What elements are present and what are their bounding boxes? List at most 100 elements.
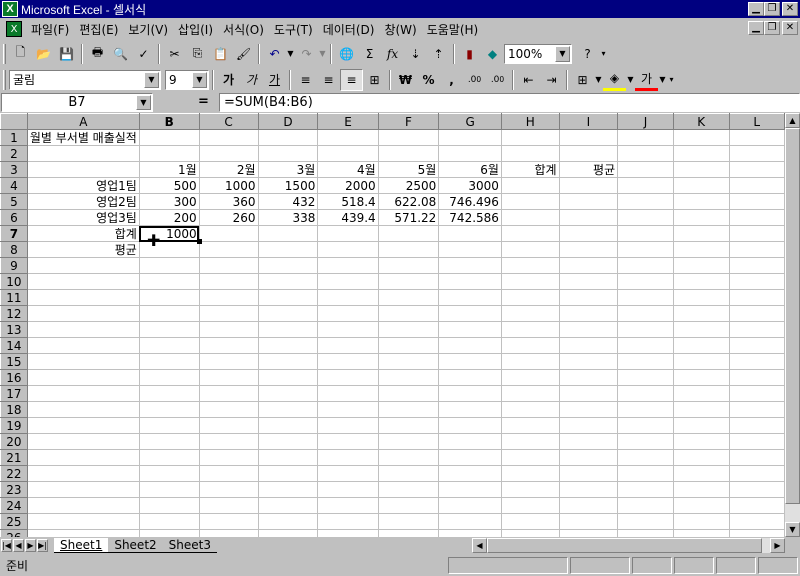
cell-h8[interactable]: [500, 241, 560, 258]
cell-k5[interactable]: [672, 193, 730, 210]
cell-d17[interactable]: [257, 385, 319, 402]
row-header[interactable]: 26: [0, 529, 28, 537]
cell-i14[interactable]: [558, 337, 619, 354]
menu-window[interactable]: 창(W): [379, 21, 421, 38]
formula-input[interactable]: =SUM(B4:B6): [219, 93, 800, 112]
spelling-icon[interactable]: ✓: [132, 43, 155, 65]
cell-g10[interactable]: [438, 273, 502, 290]
font-size-select[interactable]: 9 ▼: [165, 69, 209, 90]
cell-j16[interactable]: [617, 369, 674, 386]
cell-f24[interactable]: [377, 497, 440, 514]
cell-g9[interactable]: [438, 257, 502, 274]
cell-l14[interactable]: [728, 337, 785, 354]
next-sheet-icon[interactable]: ▶: [25, 539, 36, 552]
cell-h6[interactable]: [500, 209, 560, 226]
row-header[interactable]: 25: [0, 513, 28, 530]
decrease-decimal-icon[interactable]: .0 0: [486, 69, 509, 91]
cell-h1[interactable]: [500, 129, 560, 146]
cell-c5[interactable]: 360: [198, 193, 259, 210]
cell-c21[interactable]: [198, 449, 259, 466]
cell-b16[interactable]: [138, 369, 200, 386]
column-header-i[interactable]: I: [558, 113, 619, 130]
cell-b4[interactable]: 500: [138, 177, 200, 194]
open-icon[interactable]: 📂: [32, 43, 55, 65]
chevron-down-icon[interactable]: ▼: [144, 71, 159, 88]
cell-c6[interactable]: 260: [198, 209, 259, 226]
help-icon[interactable]: ?: [576, 43, 599, 65]
cell-h7[interactable]: [500, 225, 560, 242]
cell-a5[interactable]: 영업2팀: [26, 193, 140, 210]
fill-color-icon[interactable]: ◈: [603, 69, 626, 91]
doc-restore-button[interactable]: ❐: [764, 21, 780, 35]
cell-j9[interactable]: [617, 257, 674, 274]
row-header[interactable]: 24: [0, 497, 28, 514]
cell-i3[interactable]: 평균: [558, 161, 619, 178]
align-right-icon[interactable]: ≡: [340, 68, 363, 91]
cell-a10[interactable]: [26, 273, 140, 290]
cell-d15[interactable]: [257, 353, 319, 370]
cell-b3[interactable]: 1월: [138, 161, 200, 178]
cell-a1[interactable]: 월별 부서별 매출실적: [26, 129, 140, 146]
cell-l25[interactable]: [728, 513, 785, 530]
cell-a14[interactable]: [26, 337, 140, 354]
chevron-down-icon[interactable]: ▼: [192, 71, 207, 88]
cell-l23[interactable]: [728, 481, 785, 498]
row-header[interactable]: 15: [0, 353, 28, 370]
cell-b13[interactable]: [138, 321, 200, 338]
cell-i18[interactable]: [558, 401, 619, 418]
cell-b17[interactable]: [138, 385, 200, 402]
cell-a21[interactable]: [26, 449, 140, 466]
font-select[interactable]: 굴림 ▼: [9, 69, 161, 90]
menu-format[interactable]: 서식(O): [218, 21, 269, 38]
row-header[interactable]: 20: [0, 433, 28, 450]
vertical-scroll-thumb[interactable]: [785, 128, 800, 504]
cell-c12[interactable]: [198, 305, 259, 322]
cell-k20[interactable]: [672, 433, 730, 450]
cell-f22[interactable]: [377, 465, 440, 482]
edit-formula-button[interactable]: =: [198, 94, 209, 109]
cell-f7[interactable]: [377, 225, 440, 242]
cell-g6[interactable]: 742.586: [438, 209, 502, 226]
cell-a15[interactable]: [26, 353, 140, 370]
cell-j18[interactable]: [617, 401, 674, 418]
row-header[interactable]: 11: [0, 289, 28, 306]
cell-b1[interactable]: [138, 129, 200, 146]
grid-body[interactable]: 1 월별 부서별 매출실적 2 3 1월 2월 3월 4월 5월 6월 합계 평균 4 영업1팀 500 10…: [0, 129, 785, 537]
cell-d2[interactable]: [257, 145, 319, 162]
cell-b26[interactable]: [138, 529, 200, 537]
percent-icon[interactable]: %: [417, 69, 440, 91]
cell-b20[interactable]: [138, 433, 200, 450]
cell-c23[interactable]: [198, 481, 259, 498]
cell-k2[interactable]: [672, 145, 730, 162]
cell-k24[interactable]: [672, 497, 730, 514]
cell-a24[interactable]: [26, 497, 140, 514]
cell-a13[interactable]: [26, 321, 140, 338]
row-header[interactable]: 9: [0, 257, 28, 274]
cell-j1[interactable]: [617, 129, 674, 146]
cell-j20[interactable]: [617, 433, 674, 450]
sort-ascending-icon[interactable]: ⇣: [404, 43, 427, 65]
cell-g14[interactable]: [438, 337, 502, 354]
cut-icon[interactable]: ✂: [163, 43, 186, 65]
cell-i15[interactable]: [558, 353, 619, 370]
sheet-tab-sheet1[interactable]: Sheet1: [54, 538, 109, 553]
cell-f2[interactable]: [377, 145, 440, 162]
minimize-button[interactable]: ▁: [748, 2, 764, 16]
cell-e1[interactable]: [317, 129, 379, 146]
cell-g24[interactable]: [438, 497, 502, 514]
first-sheet-icon[interactable]: |◀: [1, 539, 12, 552]
toolbar-options-icon[interactable]: ▾: [667, 75, 676, 84]
function-icon[interactable]: fx: [381, 43, 404, 65]
cell-d7[interactable]: [257, 225, 319, 242]
cell-b15[interactable]: [138, 353, 200, 370]
cell-a4[interactable]: 영업1팀: [26, 177, 140, 194]
cell-j12[interactable]: [617, 305, 674, 322]
menu-insert[interactable]: 삽입(I): [173, 21, 218, 38]
row-header[interactable]: 19: [0, 417, 28, 434]
merge-center-icon[interactable]: ⊞: [363, 69, 386, 91]
cell-h15[interactable]: [500, 353, 560, 370]
column-header-g[interactable]: G: [438, 113, 502, 130]
align-left-icon[interactable]: ≡: [294, 69, 317, 91]
horizontal-scroll-thumb[interactable]: [487, 538, 762, 553]
menu-view[interactable]: 보기(V): [123, 21, 173, 38]
